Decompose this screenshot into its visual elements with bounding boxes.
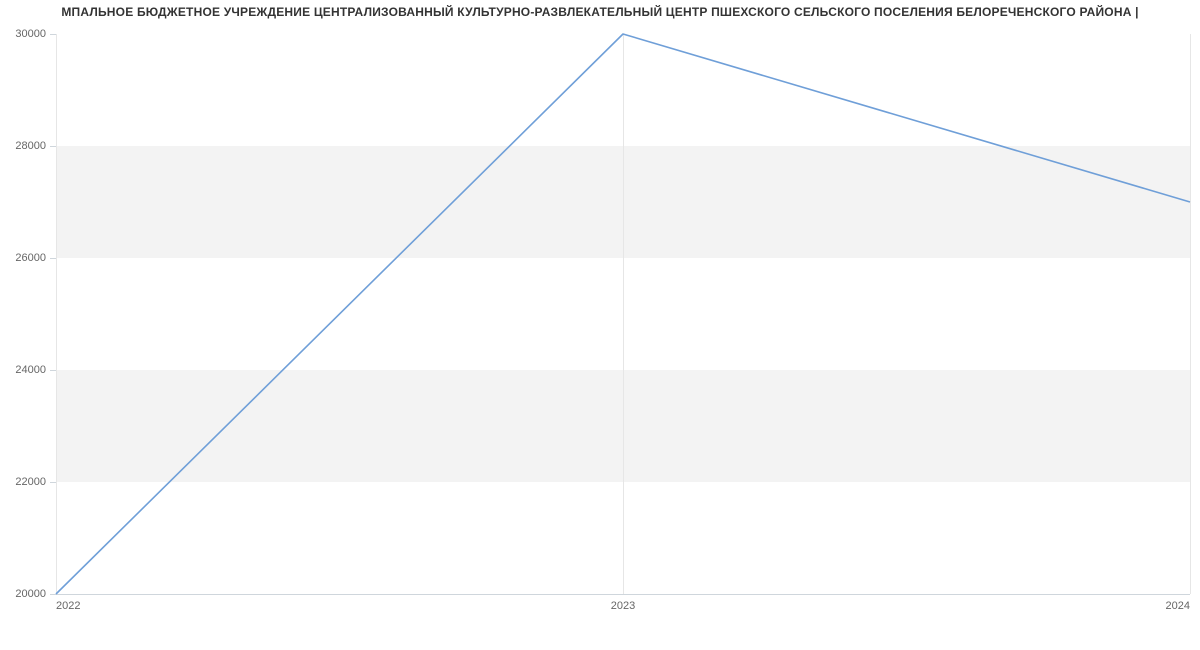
y-tick-label: 28000 [0, 140, 46, 152]
y-tick [50, 258, 56, 259]
plot-area [56, 34, 1190, 594]
x-tick-label: 2022 [56, 600, 80, 612]
x-axis-line [56, 594, 1190, 595]
y-tick [50, 482, 56, 483]
chart-title: МПАЛЬНОЕ БЮДЖЕТНОЕ УЧРЕЖДЕНИЕ ЦЕНТРАЛИЗО… [0, 0, 1200, 24]
y-tick-label: 26000 [0, 252, 46, 264]
x-tick-label: 2024 [1150, 600, 1190, 612]
chart-area: 20000 22000 24000 26000 28000 30000 2022 2023 2… [0, 24, 1200, 634]
y-tick-label: 24000 [0, 364, 46, 376]
y-tick-label: 22000 [0, 476, 46, 488]
y-tick [50, 146, 56, 147]
y-tick [50, 370, 56, 371]
y-tick-label: 20000 [0, 588, 46, 600]
y-tick-label: 30000 [0, 28, 46, 40]
x-tick-label: 2023 [603, 600, 643, 612]
y-tick [50, 594, 56, 595]
line-series [56, 34, 1190, 594]
x-gridline [1190, 34, 1191, 594]
y-tick [50, 34, 56, 35]
